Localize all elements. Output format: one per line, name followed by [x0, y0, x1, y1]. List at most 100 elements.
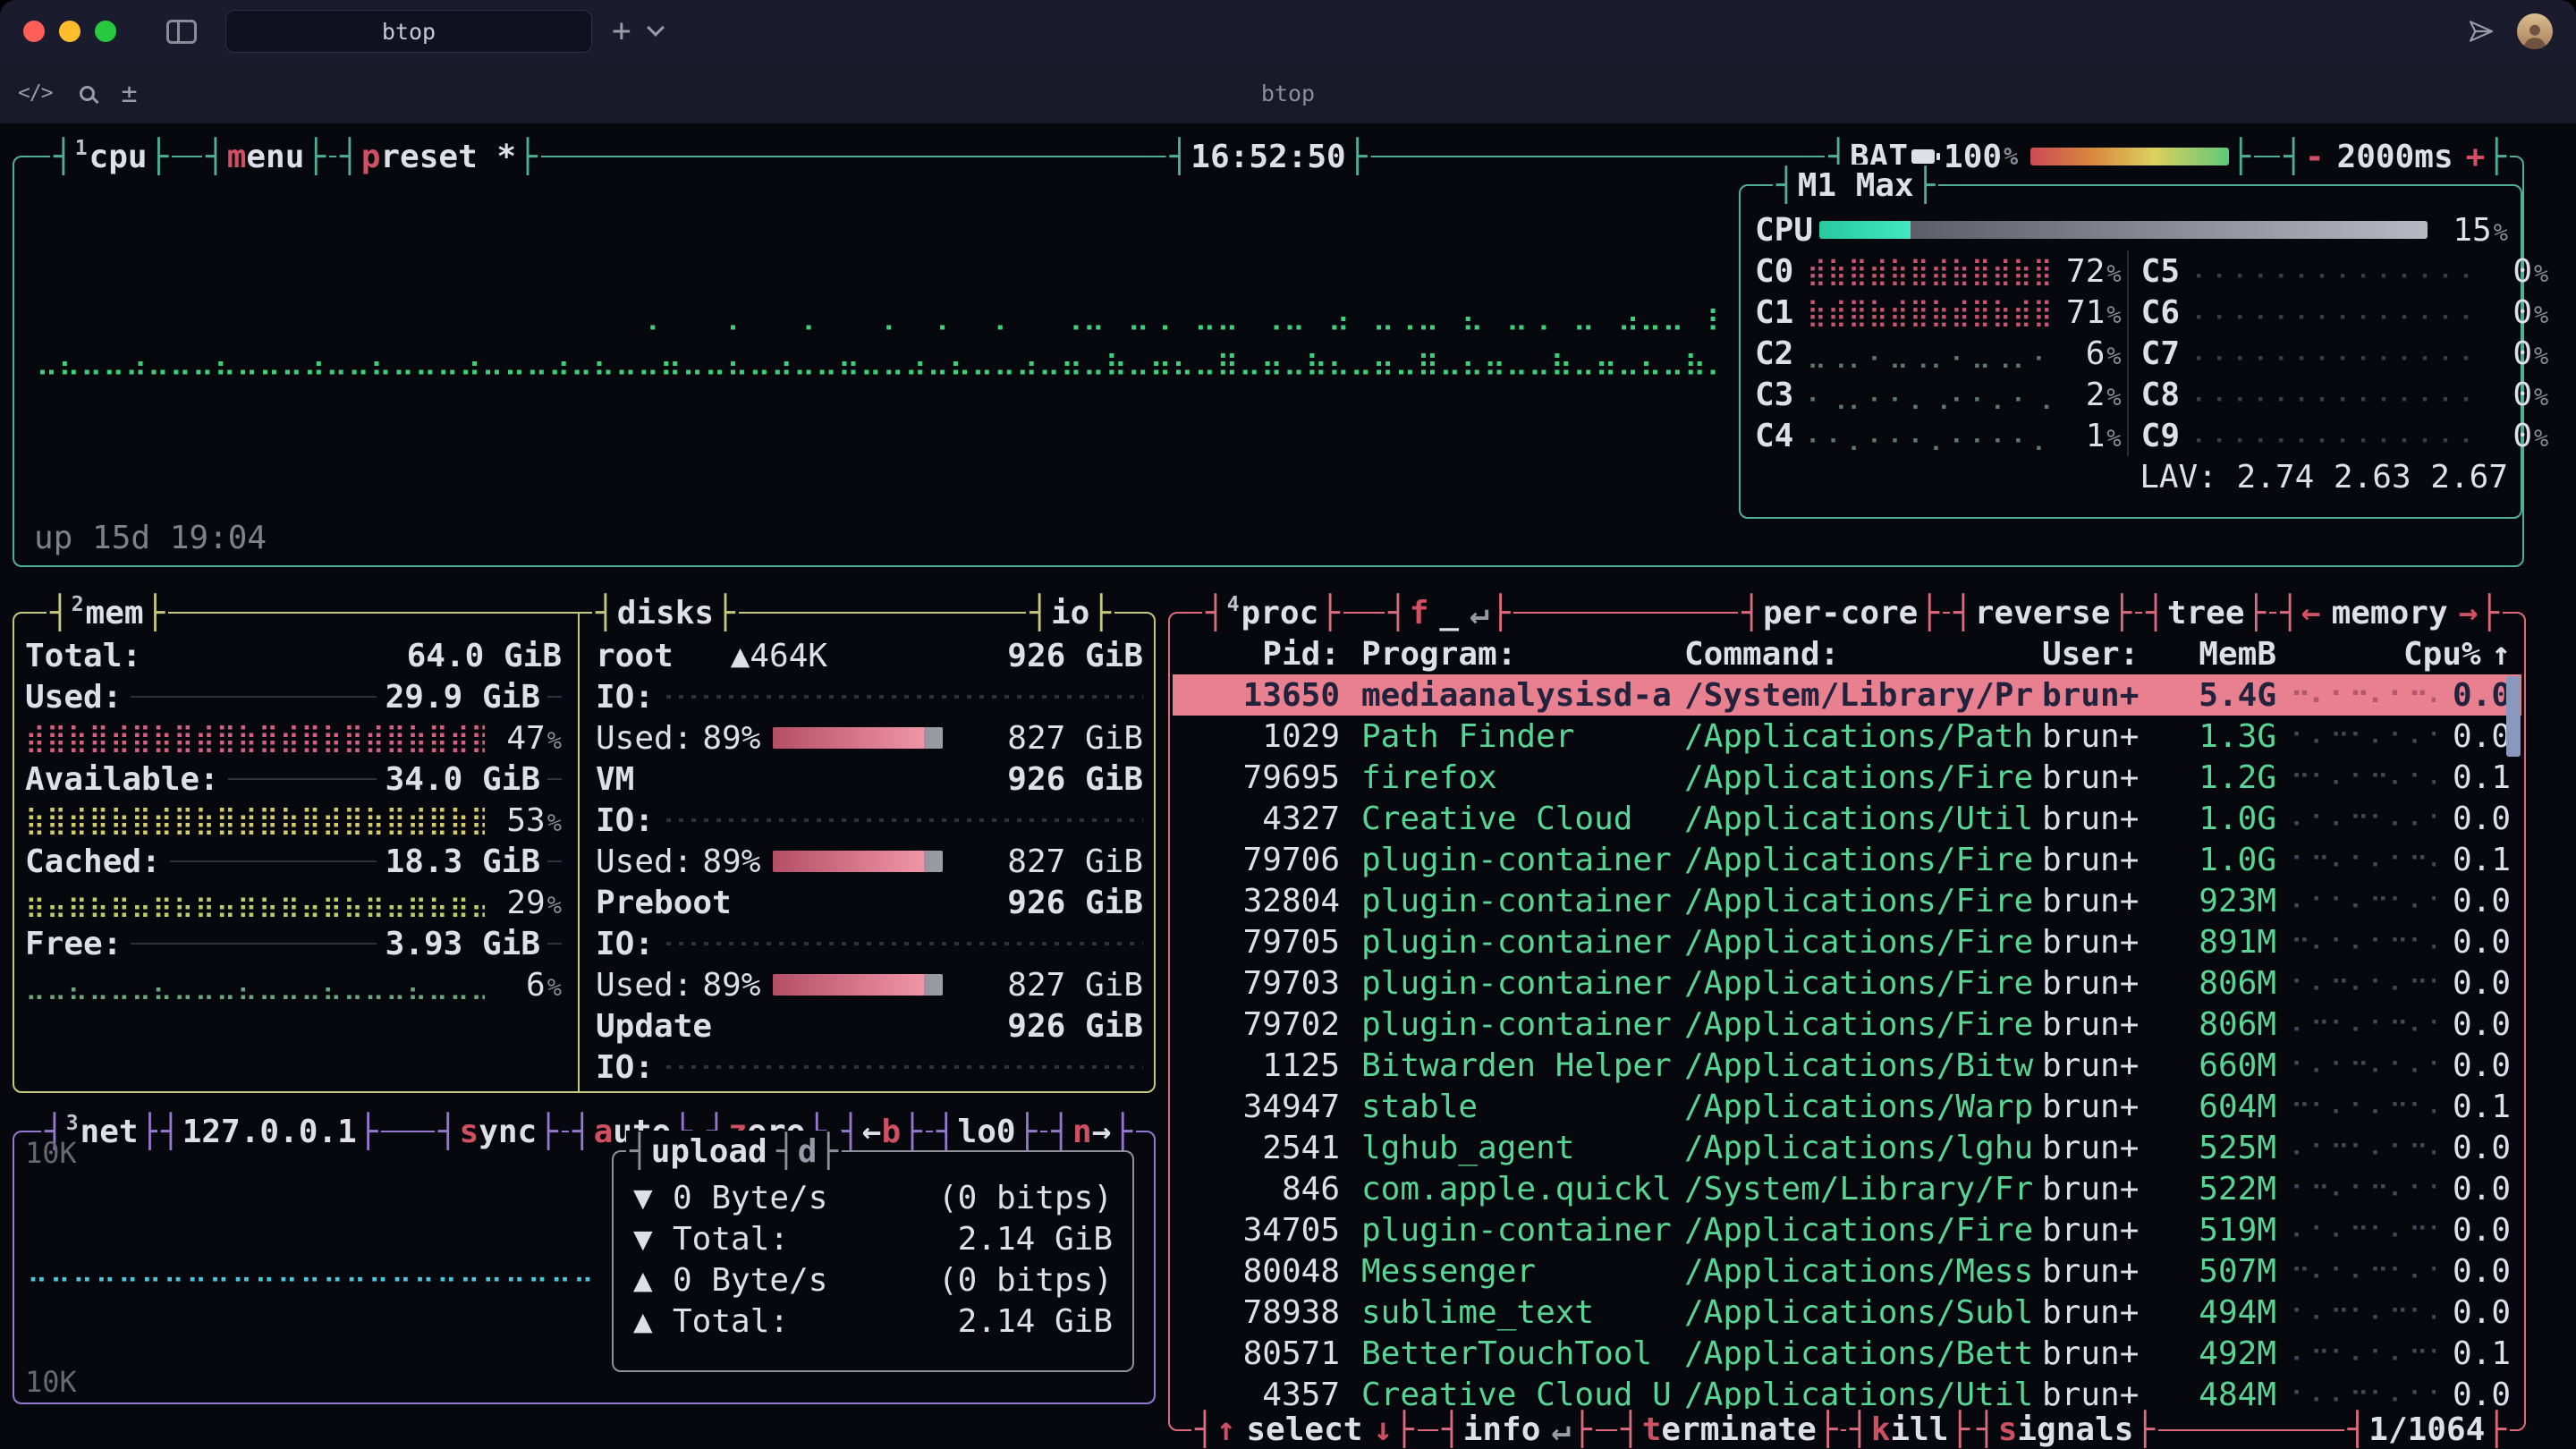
- process-row[interactable]: 79702 plugin-container /Applications/Fir…: [1173, 1004, 2521, 1045]
- process-row[interactable]: 80048 Messenger /Applications/Mess brun+…: [1173, 1250, 2521, 1292]
- process-pid: 79702: [1183, 1006, 1340, 1043]
- proc-filter[interactable]: f _ ↵: [1385, 592, 1513, 633]
- process-row[interactable]: 34705 plugin-container /Applications/Fir…: [1173, 1209, 2521, 1250]
- proc-box-title[interactable]: 4 proc: [1202, 592, 1343, 633]
- net-download-graph: ⠒⠒⠒⠒⠒⠒⠒⠒⠒⠒⠒⠒⠒⠒⠒⠒⠒⠒⠒⠒⠒⠒⠒⠒⠒⠒⠒⠒⠒⠒⠒⠒: [27, 1265, 599, 1299]
- disks-list: root ▲464K 926 GiB IO: Used: 89% 827 GiB…: [596, 614, 1143, 1088]
- process-pid: 79705: [1183, 924, 1340, 961]
- kill-button[interactable]: kill: [1846, 1409, 1973, 1449]
- process-row[interactable]: 78938 sublime_text /Applications/Subl br…: [1173, 1292, 2521, 1333]
- tab-btop[interactable]: btop: [225, 10, 592, 53]
- leader-line: [131, 696, 376, 698]
- tree-toggle[interactable]: tree: [2142, 592, 2269, 633]
- signals-button[interactable]: signals: [1973, 1409, 2158, 1449]
- process-user: brun+: [2042, 1089, 2176, 1125]
- cpu-box-title[interactable]: 1 cpu: [50, 136, 172, 177]
- net-scale-top: 10K: [25, 1136, 77, 1170]
- core-percent: 0%: [2480, 253, 2548, 290]
- header-command[interactable]: Command:: [1684, 636, 2042, 673]
- sidebar-toggle-icon[interactable]: [166, 20, 197, 44]
- process-row[interactable]: 79706 plugin-container /Applications/Fir…: [1173, 839, 2521, 880]
- process-command: /Applications/Fire: [1684, 924, 2042, 961]
- process-row[interactable]: 1125 Bitwarden Helper /Applications/Bitw…: [1173, 1045, 2521, 1086]
- process-row[interactable]: 80571 BetterTouchTool /Applications/Bett…: [1173, 1333, 2521, 1374]
- page-indicator: 1/1064: [2344, 1409, 2510, 1449]
- mem-stat-label: Free:: [25, 926, 122, 962]
- process-command: /System/Library/Fr: [1684, 1171, 2042, 1208]
- new-tab-button[interactable]: +: [612, 15, 631, 47]
- process-row[interactable]: 846 com.apple.quickl /System/Library/Fr …: [1173, 1168, 2521, 1209]
- code-blocks-icon[interactable]: </>: [18, 81, 53, 105]
- process-name: com.apple.quickl: [1340, 1171, 1684, 1208]
- process-row[interactable]: 13650 mediaanalysisd-a /System/Library/P…: [1173, 674, 2521, 716]
- mem-disks-divider: [578, 614, 580, 1091]
- net-sync-button[interactable]: sync: [435, 1111, 562, 1152]
- process-memory: 1.0G: [2176, 801, 2276, 837]
- process-row[interactable]: 79695 firefox /Applications/Fire brun+ 1…: [1173, 757, 2521, 798]
- interval-increase-button[interactable]: +: [2466, 139, 2486, 175]
- process-row[interactable]: 1029 Path Finder /Applications/Path brun…: [1173, 716, 2521, 757]
- core-meter: ⣷⣾⣿⣷⣾⣿⣷⣾⣿⣷⣾⣿: [1807, 297, 2054, 328]
- info-button[interactable]: info ↵: [1438, 1409, 1596, 1449]
- header-pid[interactable]: Pid:: [1183, 636, 1340, 673]
- net-stat-value: (0 bitps): [938, 1262, 1113, 1299]
- process-cpu-graph: ⠂⠒⠄⠂⠒⠄⠂⠂: [2276, 1174, 2436, 1205]
- avatar[interactable]: [2517, 13, 2553, 49]
- font-size-icon[interactable]: ±: [122, 78, 138, 109]
- net-box: 3 net 127.0.0.1 sync auto zero ←b: [13, 1131, 1156, 1404]
- header-cpu[interactable]: Cpu%: [2403, 636, 2479, 673]
- per-core-toggle[interactable]: per-core: [1738, 592, 1943, 633]
- process-memory: 522M: [2176, 1171, 2276, 1208]
- reverse-toggle[interactable]: reverse: [1950, 592, 2135, 633]
- sort-prev-icon[interactable]: ←: [2301, 595, 2321, 631]
- header-program[interactable]: Program:: [1340, 636, 1684, 673]
- process-row[interactable]: 32804 plugin-container /Applications/Fir…: [1173, 880, 2521, 921]
- up-arrow-icon[interactable]: ↑: [1216, 1411, 1236, 1448]
- down-arrow-icon[interactable]: ↓: [1373, 1411, 1393, 1448]
- minimize-button[interactable]: [59, 21, 80, 42]
- core-meter: ⠄⠄⠄⠄⠄⠄⠄⠄⠄⠄⠄⠄⠄⠄: [2193, 256, 2481, 287]
- core-row: C4 ⠄⠄⡀⠄⠄⠄⡀⠄⠄⠄⠄⡀ 1%: [1755, 415, 2122, 456]
- net-next-interface-button[interactable]: n→: [1047, 1111, 1136, 1152]
- header-user[interactable]: User:: [2042, 636, 2176, 673]
- header-memory[interactable]: MemB: [2176, 636, 2276, 673]
- search-icon[interactable]: [80, 86, 95, 101]
- disk-io-label: IO:: [596, 802, 654, 839]
- process-row[interactable]: 34947 stable /Applications/Warp brun+ 60…: [1173, 1086, 2521, 1127]
- process-row[interactable]: 79705 plugin-container /Applications/Fir…: [1173, 921, 2521, 962]
- proc-box-label: proc: [1241, 595, 1319, 631]
- scrollbar-thumb[interactable]: [2506, 676, 2521, 757]
- preset-button[interactable]: preset *: [336, 136, 541, 177]
- process-pid: 4327: [1183, 801, 1340, 837]
- disk-used-percent: 89%: [696, 720, 760, 757]
- disk-activity: ▲464K: [731, 638, 827, 674]
- zoom-button[interactable]: [95, 21, 116, 42]
- process-row[interactable]: 2541 lghub_agent /Applications/lghu brun…: [1173, 1127, 2521, 1168]
- scroll-up-icon[interactable]: ↑: [2479, 636, 2511, 673]
- leader-stub: [547, 860, 562, 862]
- enter-icon: ↵: [1470, 595, 1489, 631]
- disk-io-graph: [666, 1065, 1143, 1069]
- close-button[interactable]: [23, 21, 45, 42]
- sort-column-selector[interactable]: ← memory →: [2276, 592, 2503, 633]
- process-row[interactable]: 4327 Creative Cloud /Applications/Util b…: [1173, 798, 2521, 839]
- net-prev-interface-button[interactable]: ←b: [837, 1111, 926, 1152]
- process-row[interactable]: 79703 plugin-container /Applications/Fir…: [1173, 962, 2521, 1004]
- core-percent: 0%: [2480, 335, 2548, 372]
- process-user: brun+: [2042, 1294, 2176, 1331]
- share-icon[interactable]: [2467, 17, 2496, 46]
- chevron-down-icon[interactable]: [647, 19, 665, 37]
- select-control[interactable]: ↑ select ↓: [1191, 1409, 1418, 1449]
- cpu-total-meter: [1819, 221, 2428, 239]
- core-label: C6: [2141, 294, 2193, 331]
- person-icon: [2520, 19, 2550, 49]
- net-graph-toggle[interactable]: d: [773, 1131, 842, 1172]
- menu-button[interactable]: menu: [202, 136, 329, 177]
- sort-next-icon[interactable]: →: [2459, 595, 2479, 631]
- process-memory: 891M: [2176, 924, 2276, 961]
- disk-used-row: Used: 89% 827 GiB: [596, 717, 1143, 758]
- terminate-button[interactable]: terminate: [1617, 1409, 1841, 1449]
- process-cpu: 0.1: [2436, 759, 2511, 796]
- interval-decrease-button[interactable]: -: [2305, 139, 2325, 175]
- cpu-total-row: CPU 15%: [1755, 209, 2508, 250]
